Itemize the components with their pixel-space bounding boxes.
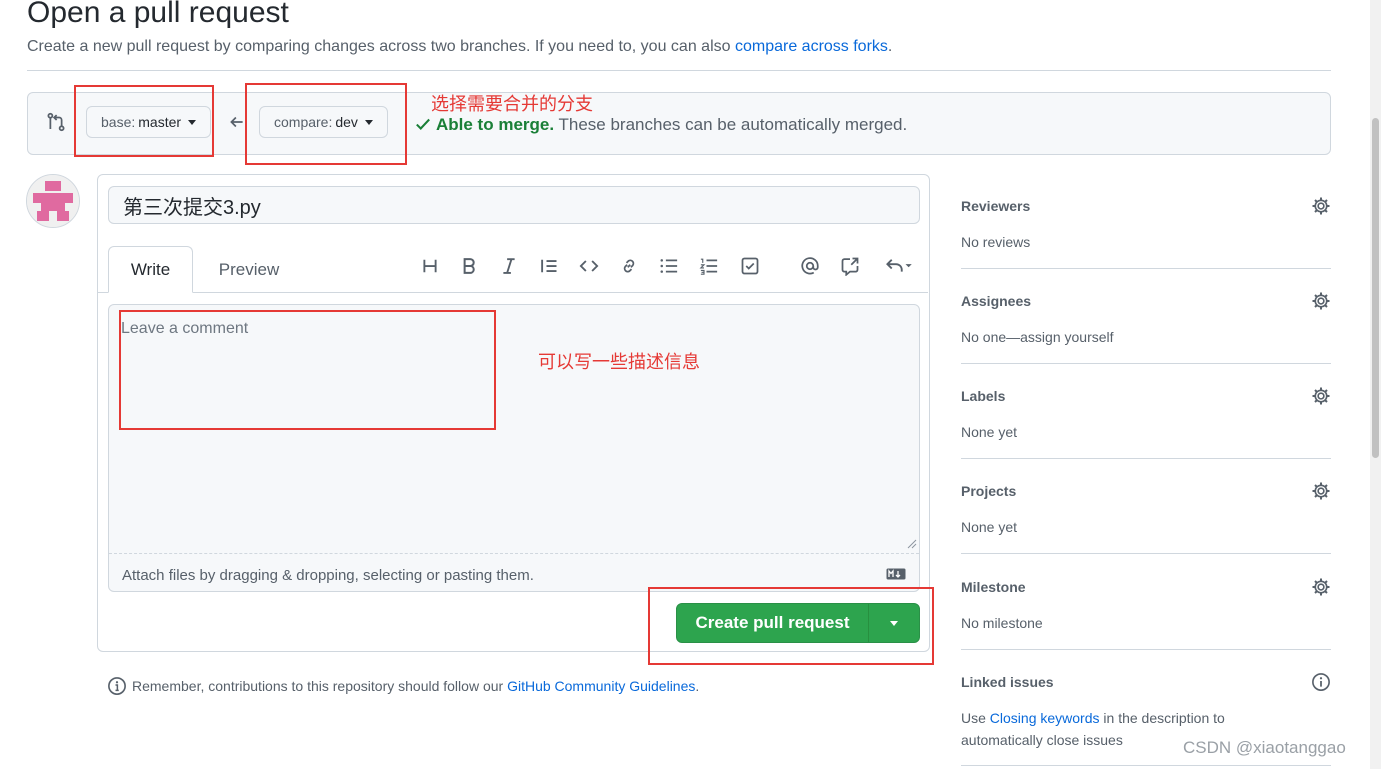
resize-handle-icon[interactable]	[905, 537, 917, 549]
sidebar-divider	[961, 649, 1331, 650]
gear-icon[interactable]	[1311, 481, 1331, 501]
gear-icon[interactable]	[1311, 577, 1331, 597]
projects-title[interactable]: Projects	[961, 483, 1331, 499]
watermark: CSDN @xiaotanggao	[1183, 738, 1346, 757]
page-title: Open a pull request	[27, 0, 289, 29]
closing-keywords-link[interactable]: Closing keywords	[990, 710, 1100, 726]
milestone-title[interactable]: Milestone	[961, 579, 1331, 595]
gear-icon[interactable]	[1311, 196, 1331, 216]
code-icon[interactable]	[577, 254, 601, 278]
attach-files-text[interactable]: Attach files by dragging & dropping, sel…	[122, 567, 534, 584]
sidebar-projects: Projects None yet	[961, 481, 1331, 538]
merge-status: Able to merge. These branches can be aut…	[414, 115, 907, 135]
compare-arrows-icon	[46, 112, 66, 132]
page-subtitle: Create a new pull request by comparing c…	[27, 38, 892, 56]
info-icon	[108, 677, 126, 695]
info-icon[interactable]	[1311, 672, 1331, 692]
unordered-list-icon[interactable]	[657, 254, 681, 278]
arrow-left-icon	[228, 113, 246, 131]
task-list-icon[interactable]	[738, 254, 762, 278]
sidebar-reviewers: Reviewers No reviews	[961, 196, 1331, 253]
avatar[interactable]	[26, 174, 80, 228]
markdown-icon	[886, 568, 906, 580]
annotation-comment-note: 可以写一些描述信息	[538, 352, 700, 372]
attach-divider	[109, 553, 919, 554]
assignees-value[interactable]: No one—assign yourself	[961, 326, 1331, 348]
ordered-list-icon[interactable]	[697, 254, 721, 278]
annotation-box-compare	[245, 83, 407, 165]
sidebar-divider	[961, 765, 1331, 766]
link-icon[interactable]	[617, 254, 641, 278]
italic-icon[interactable]	[497, 254, 521, 278]
sidebar-divider	[961, 458, 1331, 459]
merge-status-text: These branches can be automatically merg…	[554, 115, 908, 134]
pr-title-input[interactable]	[108, 186, 920, 224]
gear-icon[interactable]	[1311, 386, 1331, 406]
milestone-value: No milestone	[961, 615, 1043, 631]
scrollbar[interactable]	[1370, 0, 1381, 769]
community-guidelines-link[interactable]: GitHub Community Guidelines	[507, 678, 695, 694]
annotation-branch-note: 选择需要合并的分支	[431, 94, 593, 114]
tab-preview[interactable]: Preview	[200, 246, 298, 293]
annotation-box-base	[74, 85, 214, 157]
sidebar-divider	[961, 363, 1331, 364]
heading-icon[interactable]	[418, 254, 442, 278]
subtitle-suffix: .	[887, 38, 893, 55]
merge-ok-text: Able to merge.	[436, 115, 555, 134]
linked-issues-title: Linked issues	[961, 674, 1054, 690]
sidebar-assignees: Assignees No one—assign yourself	[961, 291, 1331, 348]
compare-across-forks-link[interactable]: compare across forks	[735, 38, 888, 55]
quote-icon[interactable]	[537, 254, 561, 278]
mention-icon[interactable]	[798, 254, 822, 278]
tab-write[interactable]: Write	[108, 246, 193, 293]
annotation-box-create	[648, 587, 934, 665]
sidebar-divider	[961, 268, 1331, 269]
sidebar-divider	[961, 553, 1331, 554]
guidelines-text: Remember, contributions to this reposito…	[132, 678, 508, 694]
sidebar-milestone: Milestone No milestone	[961, 577, 1331, 634]
scrollbar-thumb[interactable]	[1372, 118, 1379, 458]
gear-icon[interactable]	[1311, 291, 1331, 311]
sidebar-labels: Labels None yet	[961, 386, 1331, 443]
reply-icon[interactable]	[880, 254, 916, 278]
bold-icon[interactable]	[457, 254, 481, 278]
labels-title[interactable]: Labels	[961, 388, 1331, 404]
labels-value: None yet	[961, 424, 1018, 440]
header-divider	[27, 70, 1331, 71]
projects-value: None yet	[961, 519, 1018, 535]
guidelines-suffix: .	[695, 678, 700, 694]
linked-issues-prefix: Use	[961, 710, 990, 726]
subtitle-text: Create a new pull request by comparing c…	[27, 38, 735, 55]
reviewers-title[interactable]: Reviewers	[961, 198, 1331, 214]
reviewers-value: No reviews	[961, 234, 1031, 250]
assignees-title[interactable]: Assignees	[961, 293, 1331, 309]
check-icon	[416, 118, 430, 130]
guidelines-note: Remember, contributions to this reposito…	[107, 676, 699, 696]
reference-icon[interactable]	[838, 254, 862, 278]
annotation-box-comment	[119, 310, 496, 430]
